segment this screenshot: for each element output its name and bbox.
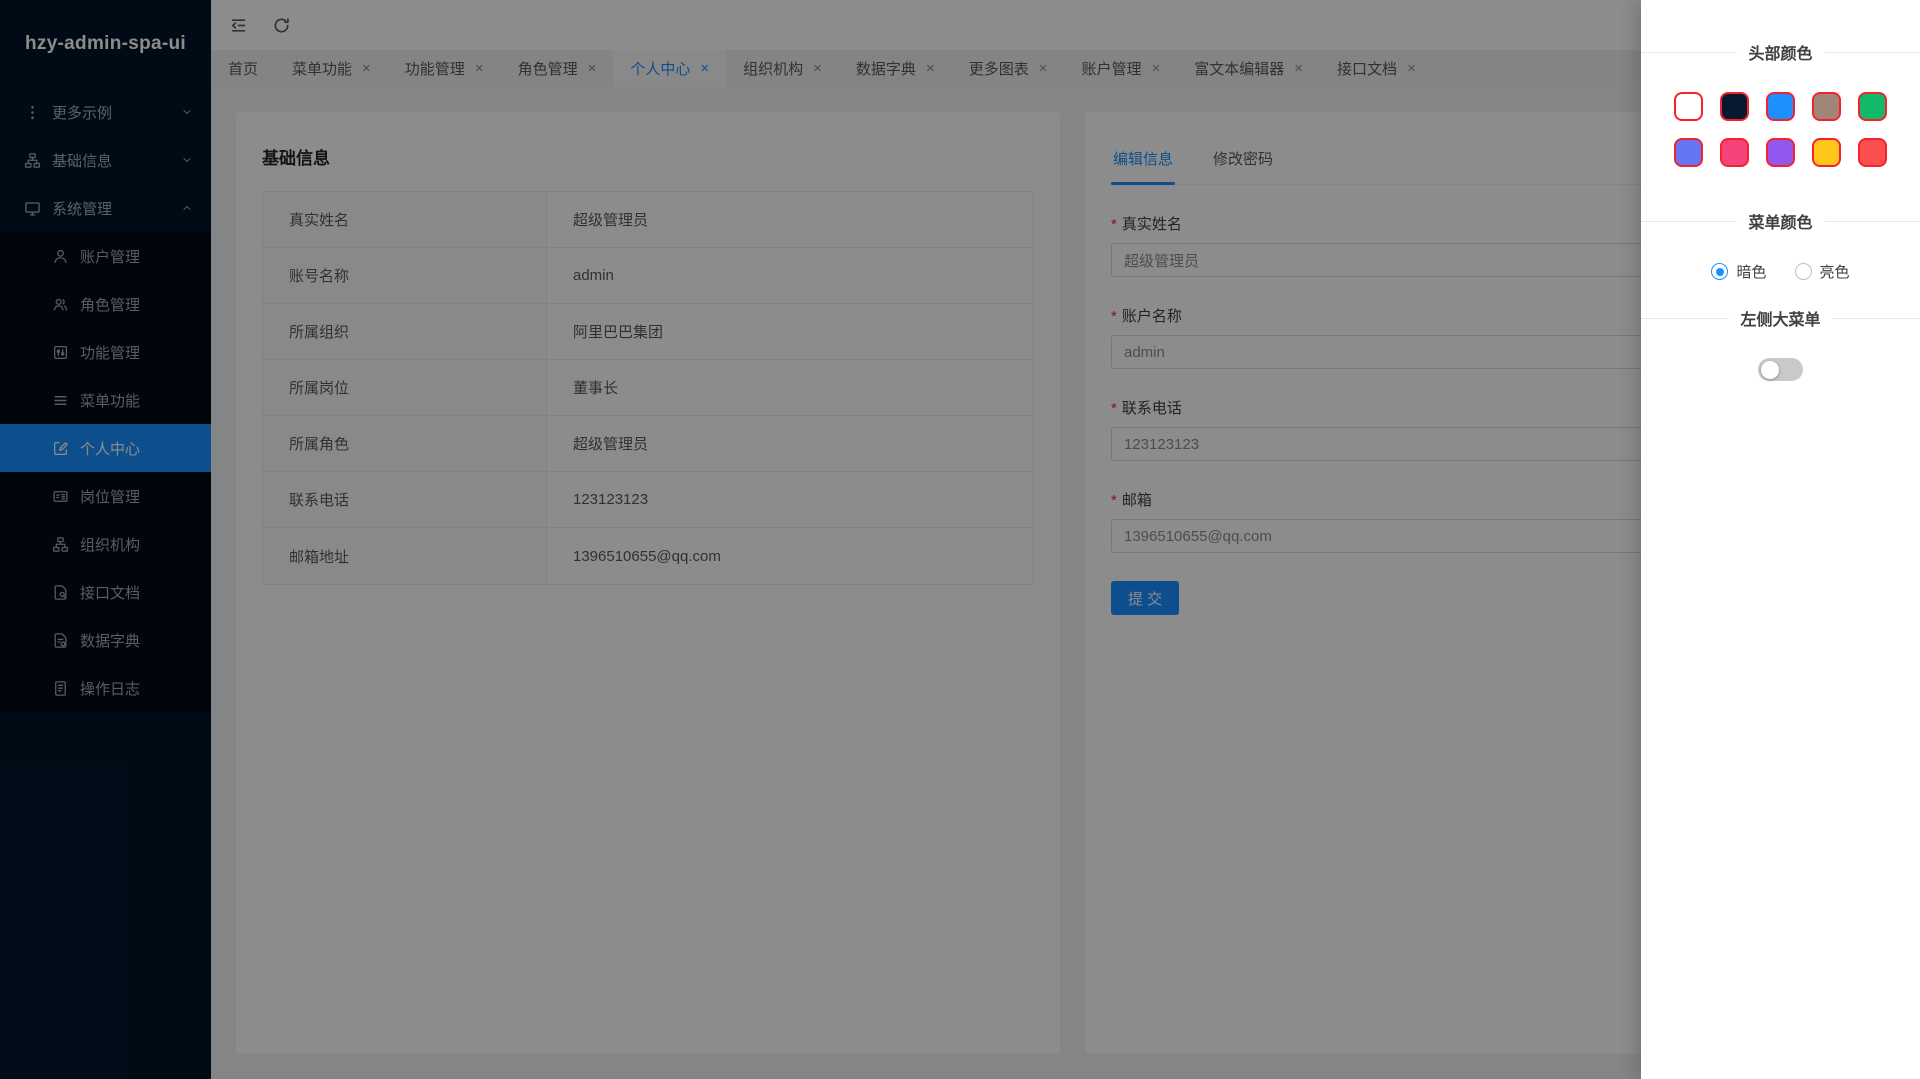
color-swatch-green[interactable] (1858, 92, 1887, 121)
color-swatch-purple[interactable] (1766, 138, 1795, 167)
section-big-menu: 左侧大菜单 (1641, 306, 1920, 330)
radio-icon (1711, 263, 1728, 280)
settings-drawer: 头部颜色 菜单颜色 暗色 亮色 (1641, 0, 1920, 1079)
section-header-color: 头部颜色 (1641, 40, 1920, 64)
radio-label: 暗色 (1736, 261, 1766, 282)
color-swatch-periwinkle[interactable] (1674, 138, 1703, 167)
header-color-swatches (1641, 92, 1920, 167)
color-swatch-brown[interactable] (1812, 92, 1841, 121)
toggle-knob (1761, 361, 1779, 379)
color-swatch-dark-navy[interactable] (1720, 92, 1749, 121)
color-swatch-pink[interactable] (1720, 138, 1749, 167)
section-title: 头部颜色 (1749, 40, 1813, 64)
color-swatch-white[interactable] (1674, 92, 1703, 121)
color-swatch-red[interactable] (1858, 138, 1887, 167)
big-menu-toggle[interactable] (1758, 358, 1803, 381)
section-title: 菜单颜色 (1749, 209, 1813, 233)
radio-icon (1795, 263, 1812, 280)
section-title: 左侧大菜单 (1741, 306, 1821, 330)
radio-dark-menu[interactable]: 暗色 (1711, 261, 1766, 282)
color-swatch-yellow[interactable] (1812, 138, 1841, 167)
color-swatch-blue[interactable] (1766, 92, 1795, 121)
radio-light-menu[interactable]: 亮色 (1795, 261, 1850, 282)
app-window: hzy-admin-spa-ui 更多示例 基础信息 系统管理 (0, 0, 1920, 1079)
section-menu-color: 菜单颜色 (1641, 209, 1920, 233)
radio-label: 亮色 (1820, 261, 1850, 282)
menu-color-options: 暗色 亮色 (1641, 261, 1920, 282)
drawer-mask[interactable] (0, 0, 1920, 1079)
